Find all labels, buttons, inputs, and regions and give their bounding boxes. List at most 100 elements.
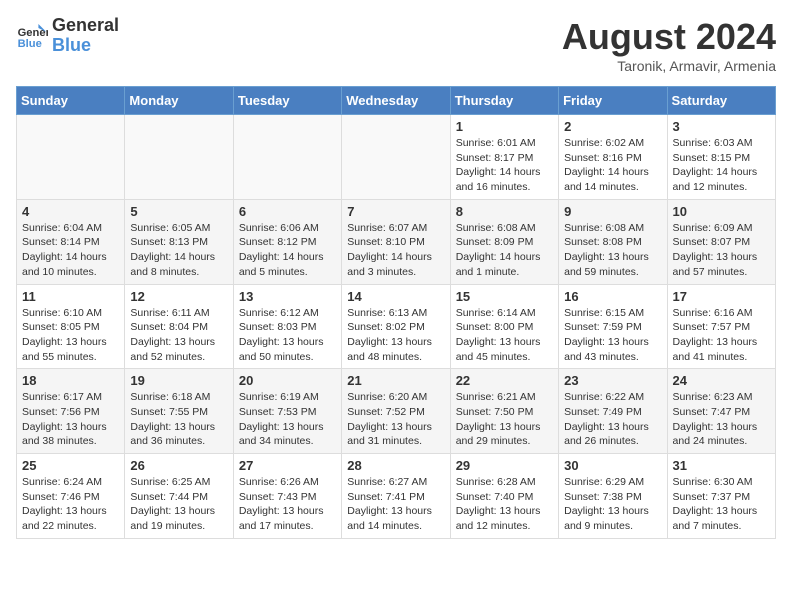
cell-line: Sunset: 7:40 PM	[456, 491, 534, 503]
calendar-week-1: 4Sunrise: 6:04 AMSunset: 8:14 PMDaylight…	[17, 199, 776, 284]
cell-info: Sunrise: 6:14 AM Sunset: 8:00 PM Daylight:…	[456, 306, 553, 365]
cell-line: Sunset: 8:04 PM	[130, 321, 208, 333]
cell-info: Sunrise: 6:28 AMSunset: 7:40 PMDaylight:…	[456, 475, 553, 534]
cell-line: Sunrise: 6:01 AM	[456, 137, 536, 149]
cell-line: Daylight: 13 hours and 12 minutes.	[456, 505, 541, 532]
cell-line: Daylight: 14 hours and 5 minutes.	[239, 251, 324, 278]
cell-line: Sunrise: 6:04 AM	[22, 222, 102, 234]
calendar-week-3: 18Sunrise: 6:17 AMSunset: 7:56 PMDayligh…	[17, 369, 776, 454]
calendar-cell: 27Sunrise: 6:26 AMSunset: 7:43 PMDayligh…	[233, 454, 341, 539]
cell-line: Sunrise: 6:06 AM	[239, 222, 319, 234]
day-number: 31	[673, 458, 770, 473]
cell-line: Daylight: 13 hours and 14 minutes.	[347, 505, 432, 532]
calendar-cell: 29Sunrise: 6:28 AMSunset: 7:40 PMDayligh…	[450, 454, 558, 539]
calendar-cell: 19Sunrise: 6:18 AMSunset: 7:55 PMDayligh…	[125, 369, 233, 454]
cell-info: Sunrise: 6:18 AMSunset: 7:55 PMDaylight:…	[130, 390, 227, 449]
calendar-cell: 1Sunrise: 6:01 AMSunset: 8:17 PMDaylight…	[450, 115, 558, 200]
cell-info: Sunrise: 6:16 AMSunset: 7:57 PMDaylight:…	[673, 306, 770, 365]
day-number: 25	[22, 458, 119, 473]
cell-line: Sunset: 8:08 PM	[564, 236, 642, 248]
cell-line: Daylight: 14 hours and 16 minutes.	[456, 166, 541, 193]
cell-line: Sunrise: 6:10 AM	[22, 307, 102, 319]
cell-info: Sunrise: 6:11 AMSunset: 8:04 PMDaylight:…	[130, 306, 227, 365]
calendar-cell: 18Sunrise: 6:17 AMSunset: 7:56 PMDayligh…	[17, 369, 125, 454]
header-saturday: Saturday	[667, 87, 775, 115]
calendar-cell: 6Sunrise: 6:06 AMSunset: 8:12 PMDaylight…	[233, 199, 341, 284]
cell-line: Sunrise: 6:27 AM	[347, 476, 427, 488]
cell-line: Daylight: 13 hours and 57 minutes.	[673, 251, 758, 278]
cell-line: Sunset: 8:03 PM	[239, 321, 317, 333]
calendar-cell: 22Sunrise: 6:21 AMSunset: 7:50 PMDayligh…	[450, 369, 558, 454]
day-number: 27	[239, 458, 336, 473]
cell-info: Sunrise: 6:12 AM Sunset: 8:03 PM Daylight:…	[239, 306, 336, 365]
cell-info: Sunrise: 6:30 AMSunset: 7:37 PMDaylight:…	[673, 475, 770, 534]
cell-info: Sunrise: 6:27 AMSunset: 7:41 PMDaylight:…	[347, 475, 444, 534]
cell-line: Daylight: 13 hours and 48 minutes.	[347, 336, 432, 363]
cell-line: Daylight: 13 hours and 22 minutes.	[22, 505, 107, 532]
header-tuesday: Tuesday	[233, 87, 341, 115]
cell-line: Daylight: 13 hours and 38 minutes.	[22, 421, 107, 448]
cell-line: Daylight: 14 hours and 8 minutes.	[130, 251, 215, 278]
cell-line: Daylight: 13 hours and 50 minutes.	[239, 336, 324, 363]
calendar-week-2: 11Sunrise: 6:10 AMSunset: 8:05 PMDayligh…	[17, 284, 776, 369]
cell-line: Daylight: 14 hours and 12 minutes.	[673, 166, 758, 193]
cell-line: Sunrise: 6:19 AM	[239, 391, 319, 403]
calendar-cell: 24Sunrise: 6:23 AMSunset: 7:47 PMDayligh…	[667, 369, 775, 454]
cell-line: Daylight: 13 hours and 7 minutes.	[673, 505, 758, 532]
calendar-table: SundayMondayTuesdayWednesdayThursdayFrid…	[16, 86, 776, 539]
cell-line: Sunrise: 6:11 AM	[130, 307, 209, 319]
day-number: 1	[456, 119, 553, 134]
day-number: 14	[347, 289, 444, 304]
cell-line: Sunrise: 6:03 AM	[673, 137, 753, 149]
cell-line: Sunrise: 6:12 AM	[239, 307, 319, 319]
cell-line: Sunrise: 6:29 AM	[564, 476, 644, 488]
header-wednesday: Wednesday	[342, 87, 450, 115]
cell-line: Sunrise: 6:15 AM	[564, 307, 644, 319]
cell-line: Sunrise: 6:09 AM	[673, 222, 753, 234]
day-number: 7	[347, 204, 444, 219]
cell-line: Sunset: 7:52 PM	[347, 406, 425, 418]
calendar-cell: 13Sunrise: 6:12 AMSunset: 8:03 PMDayligh…	[233, 284, 341, 369]
cell-line: Sunset: 8:16 PM	[564, 152, 642, 164]
calendar-cell: 3Sunrise: 6:03 AMSunset: 8:15 PMDaylight…	[667, 115, 775, 200]
cell-line: Daylight: 13 hours and 19 minutes.	[130, 505, 215, 532]
cell-info: Sunrise: 6:02 AMSunset: 8:16 PMDaylight:…	[564, 136, 661, 195]
cell-line: Sunset: 7:55 PM	[130, 406, 208, 418]
cell-line: Daylight: 14 hours and 1 minute.	[456, 251, 541, 278]
cell-line: Daylight: 13 hours and 36 minutes.	[130, 421, 215, 448]
cell-line: Sunrise: 6:14 AM	[456, 307, 536, 319]
cell-line: Sunset: 7:49 PM	[564, 406, 642, 418]
calendar-cell: 20Sunrise: 6:19 AMSunset: 7:53 PMDayligh…	[233, 369, 341, 454]
calendar-cell: 30Sunrise: 6:29 AMSunset: 7:38 PMDayligh…	[559, 454, 667, 539]
cell-line: Daylight: 13 hours and 45 minutes.	[456, 336, 541, 363]
day-number: 21	[347, 373, 444, 388]
cell-line: Sunset: 7:47 PM	[673, 406, 751, 418]
cell-line: Daylight: 13 hours and 41 minutes.	[673, 336, 758, 363]
month-year: August 2024	[562, 16, 776, 58]
cell-line: Daylight: 13 hours and 17 minutes.	[239, 505, 324, 532]
day-number: 10	[673, 204, 770, 219]
cell-line: Daylight: 13 hours and 9 minutes.	[564, 505, 649, 532]
cell-line: Sunset: 7:59 PM	[564, 321, 642, 333]
cell-line: Sunset: 8:00 PM	[456, 321, 534, 333]
cell-info: Sunrise: 6:19 AMSunset: 7:53 PMDaylight:…	[239, 390, 336, 449]
cell-line: Daylight: 14 hours and 10 minutes.	[22, 251, 107, 278]
cell-line: Daylight: 13 hours and 31 minutes.	[347, 421, 432, 448]
day-number: 17	[673, 289, 770, 304]
cell-line: Sunset: 7:44 PM	[130, 491, 208, 503]
cell-line: Sunrise: 6:07 AM	[347, 222, 427, 234]
cell-line: Daylight: 13 hours and 24 minutes.	[673, 421, 758, 448]
calendar-cell: 8Sunrise: 6:08 AMSunset: 8:09 PMDaylight…	[450, 199, 558, 284]
cell-line: Daylight: 13 hours and 43 minutes.	[564, 336, 649, 363]
cell-line: Sunrise: 6:24 AM	[22, 476, 102, 488]
cell-info: Sunrise: 6:05 AMSunset: 8:13 PMDaylight:…	[130, 221, 227, 280]
cell-info: Sunrise: 6:20 AMSunset: 7:52 PMDaylight:…	[347, 390, 444, 449]
cell-line: Daylight: 13 hours and 29 minutes.	[456, 421, 541, 448]
cell-line: Sunset: 8:12 PM	[239, 236, 317, 248]
day-number: 30	[564, 458, 661, 473]
cell-line: Sunset: 8:15 PM	[673, 152, 751, 164]
day-number: 9	[564, 204, 661, 219]
cell-info: Sunrise: 6:09 AMSunset: 8:07 PMDaylight:…	[673, 221, 770, 280]
cell-info: Sunrise: 6:23 AMSunset: 7:47 PMDaylight:…	[673, 390, 770, 449]
calendar-cell: 5Sunrise: 6:05 AMSunset: 8:13 PMDaylight…	[125, 199, 233, 284]
